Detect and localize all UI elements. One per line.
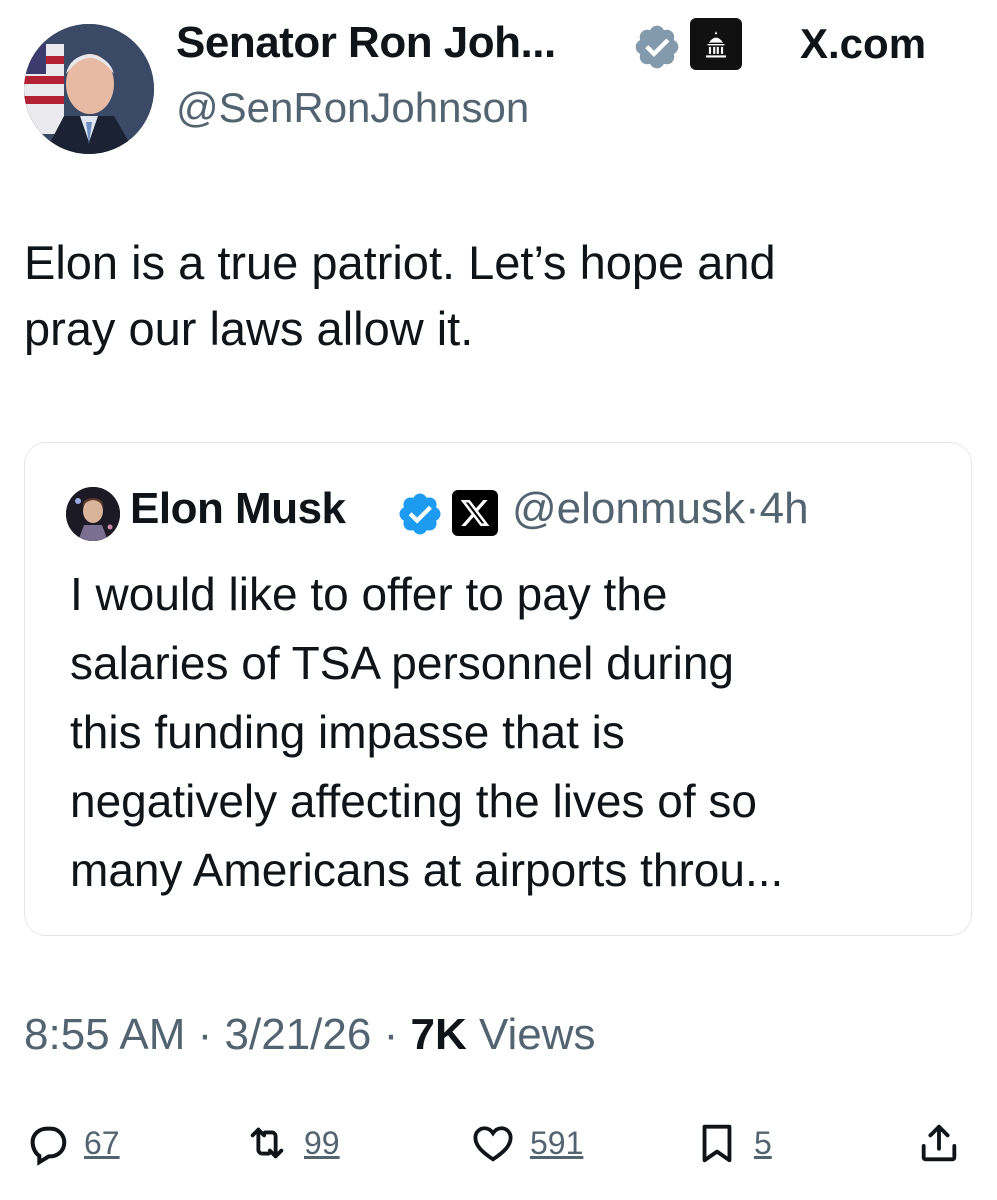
bookmark-count[interactable]: 5 (754, 1125, 772, 1162)
quoted-tweet-text: I would like to offer to pay the salarie… (70, 560, 950, 905)
repost-button[interactable]: 99 (244, 1118, 340, 1168)
quoted-text-line: salaries of TSA personnel during (70, 637, 734, 689)
quoted-handle-time: @elonmusk·4h (512, 484, 809, 534)
bookmark-button[interactable]: 5 (694, 1118, 772, 1168)
quoted-author-avatar[interactable] (66, 487, 120, 541)
author-display-name[interactable]: Senator Ron Joh... (176, 18, 556, 68)
quoted-text-line: many Americans at airports throu... (70, 844, 784, 896)
separator-dot: · (185, 1010, 225, 1059)
reply-count[interactable]: 67 (84, 1125, 120, 1162)
reply-button[interactable]: 67 (24, 1118, 120, 1168)
quoted-text-line: this funding impasse that is (70, 706, 625, 758)
share-button[interactable] (916, 1118, 962, 1168)
verified-blue-icon (396, 490, 444, 538)
author-handle[interactable]: @SenRonJohnson (176, 84, 529, 132)
quoted-author-name[interactable]: Elon Musk (130, 484, 346, 534)
tweet-text-line: pray our laws allow it. (24, 302, 474, 355)
quoted-text-line: I would like to offer to pay the (70, 568, 668, 620)
repost-icon (250, 1127, 284, 1159)
quoted-time[interactable]: 4h (760, 484, 809, 533)
verified-gray-icon (632, 22, 682, 72)
views-label: Views (466, 1010, 596, 1059)
tweet-date[interactable]: 3/21/26 (225, 1010, 372, 1059)
like-button[interactable]: 591 (470, 1118, 583, 1168)
site-label: X.com (800, 20, 927, 67)
tweet-text-line: Elon is a true patriot. Let’s hope and (24, 236, 776, 289)
share-icon (921, 1124, 957, 1162)
tweet-text: Elon is a true patriot. Let’s hope and p… (24, 230, 964, 362)
bookmark-icon (702, 1124, 732, 1163)
quoted-author-handle[interactable]: @elonmusk (512, 484, 745, 533)
x-logo-icon (452, 490, 498, 536)
capitol-icon (690, 18, 742, 70)
separator-dot: · (371, 1010, 411, 1059)
tweet-meta: 8:55 AM · 3/21/26 · 7K Views (24, 1010, 596, 1060)
views-count: 7K (410, 1010, 467, 1059)
separator-dot: · (744, 484, 760, 533)
repost-count[interactable]: 99 (304, 1125, 340, 1162)
author-avatar[interactable] (24, 24, 154, 154)
heart-icon (473, 1126, 513, 1162)
quoted-text-line: negatively affecting the lives of so (70, 775, 758, 827)
like-count[interactable]: 591 (530, 1125, 583, 1162)
tweet-time[interactable]: 8:55 AM (24, 1010, 185, 1059)
reply-icon (30, 1126, 67, 1166)
